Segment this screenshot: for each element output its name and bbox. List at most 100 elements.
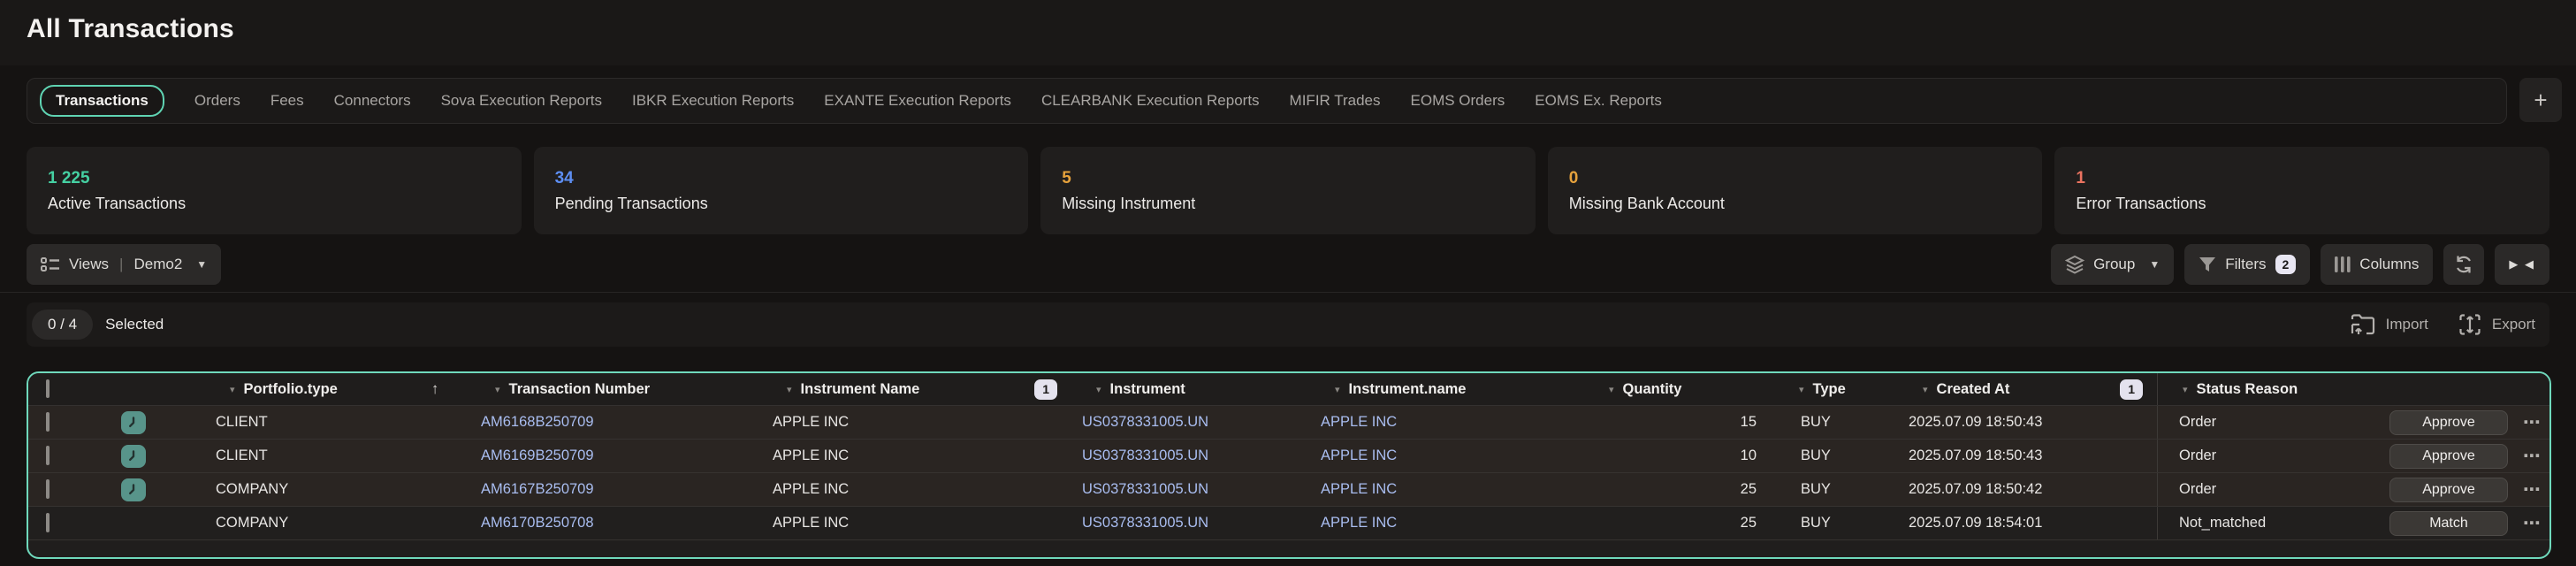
column-menu-caret-icon[interactable]: ▾ xyxy=(1923,384,1928,395)
tab-transactions[interactable]: Transactions xyxy=(40,85,164,117)
column-header-type[interactable]: ▾ Type xyxy=(1774,381,1898,398)
instrument-dot-name-link[interactable]: APPLE INC xyxy=(1310,515,1584,532)
tab-connectors[interactable]: Connectors xyxy=(334,92,411,110)
column-header-transaction-number[interactable]: ▾ Transaction Number xyxy=(470,381,762,398)
table-row[interactable]: CLIENT AM6169B250709 APPLE INC US0378331… xyxy=(28,440,2549,473)
tab-exante-execution-reports[interactable]: EXANTE Execution Reports xyxy=(824,92,1011,110)
row-menu-icon[interactable]: ⋯ xyxy=(2515,411,2549,433)
status-reason-cell: Not_matched xyxy=(2157,507,2387,539)
type-cell: BUY xyxy=(1774,414,1898,431)
instrument-link[interactable]: US0378331005.UN xyxy=(1071,515,1310,532)
views-selector-button[interactable]: Views | Demo2 ▼ xyxy=(27,244,221,285)
views-label: Views xyxy=(69,256,109,273)
export-button[interactable]: Export xyxy=(2458,313,2535,336)
column-menu-caret-icon[interactable]: ▾ xyxy=(230,384,235,395)
refresh-button[interactable] xyxy=(2443,244,2484,285)
column-header-created-at[interactable]: ▾ Created At 1 xyxy=(1898,379,2157,400)
tab-mifir-trades[interactable]: MIFIR Trades xyxy=(1290,92,1381,110)
column-header-status-reason[interactable]: ▾ Status Reason xyxy=(2157,373,2387,405)
column-label: Quantity xyxy=(1623,381,1682,398)
table-row[interactable]: COMPANY AM6170B250708 APPLE INC US037833… xyxy=(28,507,2549,540)
filter-funnel-icon xyxy=(2199,256,2216,273)
column-menu-caret-icon[interactable]: ▾ xyxy=(1609,384,1614,395)
instrument-name-cell: APPLE INC xyxy=(762,515,1071,532)
clock-icon xyxy=(121,478,146,501)
column-menu-caret-icon[interactable]: ▾ xyxy=(787,384,792,395)
row-checkbox[interactable] xyxy=(46,446,50,465)
column-header-instrument-name[interactable]: ▾ Instrument Name 1 xyxy=(762,379,1071,400)
filters-button[interactable]: Filters 2 xyxy=(2184,244,2310,285)
instrument-dot-name-link[interactable]: APPLE INC xyxy=(1310,447,1584,464)
instrument-dot-name-link[interactable]: APPLE INC xyxy=(1310,481,1584,498)
approve-button[interactable]: Approve xyxy=(2389,478,2508,502)
approve-button[interactable]: Approve xyxy=(2389,444,2508,469)
table-row[interactable]: COMPANY AM6167B250709 APPLE INC US037833… xyxy=(28,473,2549,507)
export-label: Export xyxy=(2492,316,2535,333)
import-button[interactable]: Import xyxy=(2351,313,2428,336)
column-header-instrument[interactable]: ▾ Instrument xyxy=(1071,381,1310,398)
tab-sova-execution-reports[interactable]: Sova Execution Reports xyxy=(441,92,602,110)
title-bar: All Transactions xyxy=(0,0,2576,65)
row-menu-icon[interactable]: ⋯ xyxy=(2515,445,2549,467)
import-export-group: Import Export xyxy=(2351,313,2535,336)
stat-card-pending-transactions[interactable]: 34 Pending Transactions xyxy=(534,147,1029,234)
select-all-checkbox[interactable] xyxy=(46,379,50,398)
column-label: Transaction Number xyxy=(509,381,651,398)
instrument-name-cell: APPLE INC xyxy=(762,414,1071,431)
collapse-panels-button[interactable]: ▶ ◀ xyxy=(2495,244,2549,285)
status-reason-cell: Order xyxy=(2157,440,2387,472)
column-menu-caret-icon[interactable]: ▾ xyxy=(2183,384,2188,395)
stat-card-missing-instrument[interactable]: 5 Missing Instrument xyxy=(1040,147,1536,234)
tab-ibkr-execution-reports[interactable]: IBKR Execution Reports xyxy=(632,92,794,110)
instrument-link[interactable]: US0378331005.UN xyxy=(1071,447,1310,464)
transactions-table: ▾ Portfolio.type ↑ ▾ Transaction Number … xyxy=(27,371,2551,559)
transaction-number-link[interactable]: AM6168B250709 xyxy=(470,414,762,431)
row-checkbox[interactable] xyxy=(46,479,50,499)
stat-value: 34 xyxy=(555,169,1008,188)
stat-label: Missing Instrument xyxy=(1062,195,1514,213)
selected-count-pill: 0 / 4 xyxy=(32,310,93,340)
column-label: Created At xyxy=(1937,381,2010,398)
tab-orders[interactable]: Orders xyxy=(194,92,240,110)
group-button[interactable]: Group ▼ xyxy=(2051,244,2174,285)
instrument-dot-name-link[interactable]: APPLE INC xyxy=(1310,414,1584,431)
columns-button[interactable]: Columns xyxy=(2321,244,2433,285)
column-menu-caret-icon[interactable]: ▾ xyxy=(495,384,500,395)
column-menu-caret-icon[interactable]: ▾ xyxy=(1096,384,1101,395)
stat-label: Error Transactions xyxy=(2076,195,2528,213)
column-filter-count-badge: 1 xyxy=(1034,379,1057,400)
instrument-link[interactable]: US0378331005.UN xyxy=(1071,414,1310,431)
sort-ascending-icon: ↑ xyxy=(431,380,439,398)
row-menu-icon[interactable]: ⋯ xyxy=(2515,478,2549,501)
table-row[interactable]: CLIENT AM6168B250709 APPLE INC US0378331… xyxy=(28,406,2549,440)
horizontal-divider xyxy=(0,292,2576,293)
stat-card-missing-bank-account[interactable]: 0 Missing Bank Account xyxy=(1548,147,2043,234)
stat-card-active-transactions[interactable]: 1 225 Active Transactions xyxy=(27,147,522,234)
column-menu-caret-icon[interactable]: ▾ xyxy=(1335,384,1340,395)
stat-label: Missing Bank Account xyxy=(1569,195,2022,213)
created-at-cell: 2025.07.09 18:54:01 xyxy=(1898,515,2157,532)
stat-value: 0 xyxy=(1569,169,2022,188)
clock-icon xyxy=(121,445,146,468)
created-at-cell: 2025.07.09 18:50:43 xyxy=(1898,447,2157,464)
instrument-link[interactable]: US0378331005.UN xyxy=(1071,481,1310,498)
row-menu-icon[interactable]: ⋯ xyxy=(2515,512,2549,534)
column-header-quantity[interactable]: ▾ Quantity xyxy=(1584,381,1774,398)
column-menu-caret-icon[interactable]: ▾ xyxy=(1799,384,1804,395)
tab-eoms-orders[interactable]: EOMS Orders xyxy=(1411,92,1505,110)
tab-clearbank-execution-reports[interactable]: CLEARBANK Execution Reports xyxy=(1041,92,1260,110)
stat-card-error-transactions[interactable]: 1 Error Transactions xyxy=(2054,147,2549,234)
row-checkbox[interactable] xyxy=(46,513,50,532)
column-header-portfolio-type[interactable]: ▾ Portfolio.type ↑ xyxy=(205,380,470,398)
tab-eoms-ex-reports[interactable]: EOMS Ex. Reports xyxy=(1535,92,1662,110)
transaction-number-link[interactable]: AM6170B250708 xyxy=(470,515,762,532)
row-checkbox[interactable] xyxy=(46,412,50,432)
add-tab-button[interactable]: + xyxy=(2519,78,2562,122)
transaction-number-link[interactable]: AM6167B250709 xyxy=(470,481,762,498)
approve-button[interactable]: Approve xyxy=(2389,410,2508,435)
column-header-instrument-dot-name[interactable]: ▾ Instrument.name xyxy=(1310,381,1584,398)
status-reason-cell: Order xyxy=(2157,473,2387,506)
tab-fees[interactable]: Fees xyxy=(271,92,304,110)
transaction-number-link[interactable]: AM6169B250709 xyxy=(470,447,762,464)
match-button[interactable]: Match xyxy=(2389,511,2508,536)
